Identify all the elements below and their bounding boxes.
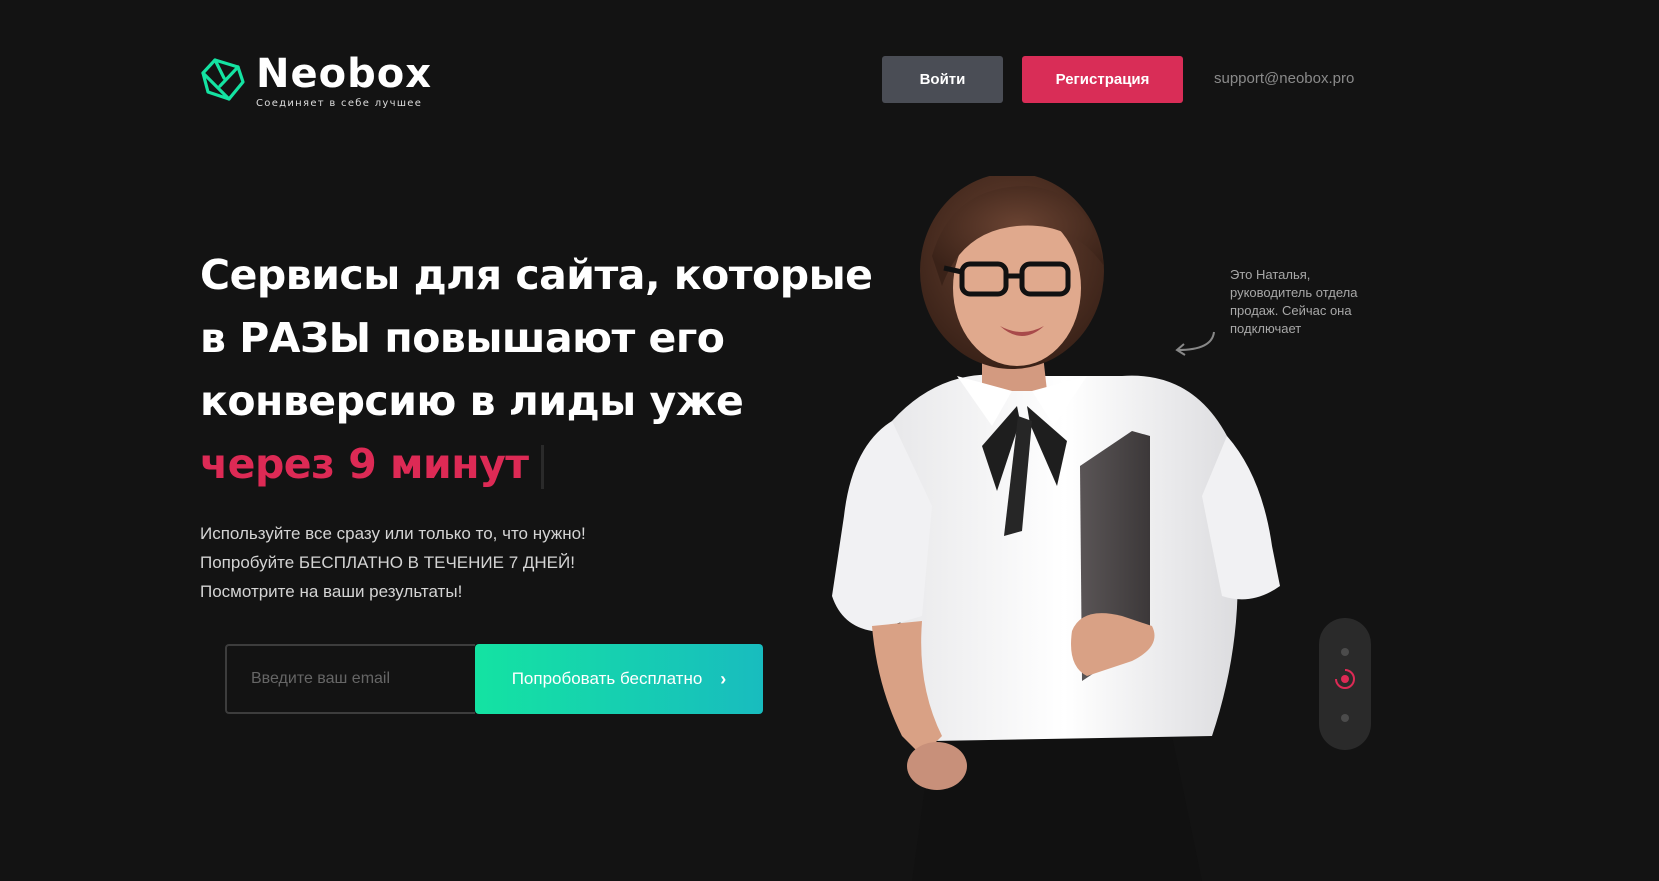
curved-arrow-icon (1175, 331, 1215, 356)
slider-dot[interactable] (1341, 714, 1349, 722)
hero-headline: Сервисы для сайта, которые в РАЗЫ повыша… (200, 244, 873, 496)
typing-cursor (540, 445, 544, 489)
headline-line: в РАЗЫ повышают его (200, 314, 725, 362)
headline-accent-line: через 9 минут (200, 433, 840, 496)
signup-form: Попробовать бесплатно › (225, 644, 763, 714)
register-button[interactable]: Регистрация (1022, 56, 1183, 103)
brand-tagline: Соединяет в себе лучшее (256, 98, 423, 109)
headline-line: Сервисы для сайта, которые (200, 251, 873, 299)
subtext-line: Попробуйте БЕСПЛАТНО В ТЕЧЕНИЕ 7 ДНЕЙ! (200, 553, 575, 572)
neobox-logo-icon (201, 58, 245, 101)
person-annotation: Это Наталья, руководитель отдела продаж.… (1230, 267, 1358, 336)
headline-line: конверсию в лиды уже (200, 377, 744, 425)
email-input[interactable] (225, 644, 475, 714)
slider-dot-active[interactable] (1334, 668, 1356, 690)
try-free-button[interactable]: Попробовать бесплатно › (475, 644, 763, 714)
login-button[interactable]: Войти (882, 56, 1003, 103)
section-slider[interactable] (1319, 618, 1371, 750)
support-email-link[interactable]: support@neobox.pro (1214, 70, 1354, 87)
slider-dot[interactable] (1341, 648, 1349, 656)
try-free-label: Попробовать бесплатно (511, 669, 703, 688)
hero-subtext: Используйте все сразу или только то, что… (200, 519, 586, 606)
headline-accent-text: через 9 минут (200, 440, 529, 488)
brand-logo[interactable]: Neobox Соединяет в себе лучшее (200, 54, 432, 109)
subtext-line: Посмотрите на ваши результаты! (200, 582, 463, 601)
chevron-right-icon: › (720, 668, 727, 689)
brand-name: Neobox (256, 51, 432, 97)
subtext-line: Используйте все сразу или только то, что… (200, 524, 586, 543)
